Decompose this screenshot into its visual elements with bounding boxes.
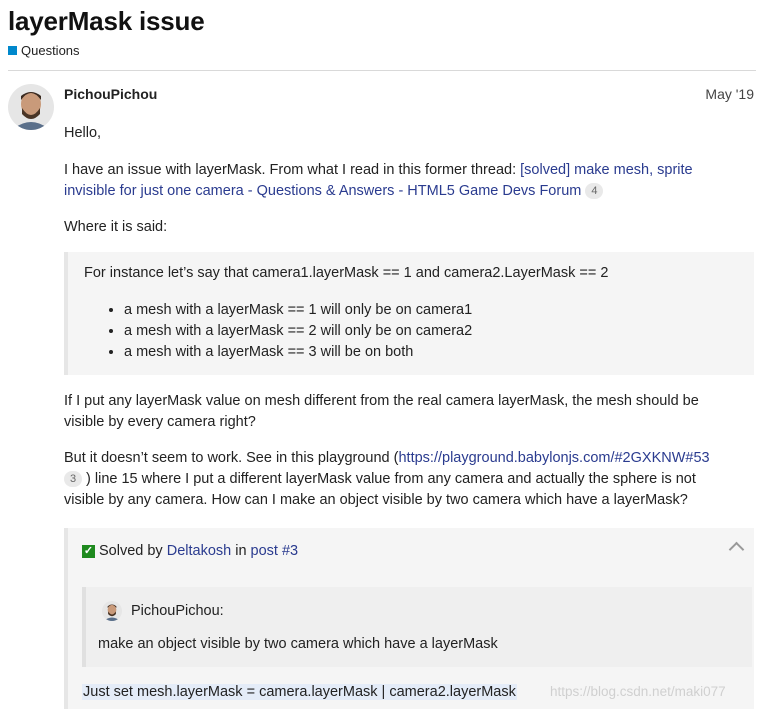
solution-header: ✓ Solved by Deltakosh in post #3 — [82, 543, 298, 559]
solution-answer: Just set mesh.layerMask = camera.layerMa… — [82, 684, 517, 700]
list-item: a mesh with a layerMask == 3 will be on … — [124, 342, 472, 363]
solution-box: ✓ Solved by Deltakosh in post #3 PichouP… — [64, 528, 754, 709]
user-avatar-icon — [102, 601, 122, 621]
post-paragraph-2: If I put any layerMask value on mesh dif… — [64, 391, 754, 433]
solution-post-link[interactable]: post #3 — [251, 543, 299, 559]
paragraph-text: But it doesn’t seem to work. See in this… — [64, 450, 399, 466]
solution-quote: PichouPichou: make an object visible by … — [82, 587, 752, 667]
paragraph-line: visible by any camera. How can I make an… — [64, 492, 688, 508]
list-item: a mesh with a layerMask == 1 will only b… — [124, 300, 472, 321]
post-paragraph-3: But it doesn’t seem to work. See in this… — [64, 448, 754, 511]
list-item: a mesh with a layerMask == 2 will only b… — [124, 321, 472, 342]
avatar[interactable] — [8, 84, 54, 130]
category-label[interactable]: Questions — [21, 43, 80, 58]
avatar — [102, 601, 122, 621]
solution-author-link[interactable]: Deltakosh — [167, 543, 231, 559]
post-author[interactable]: PichouPichou — [64, 86, 157, 102]
thread-link-continued[interactable]: invisible for just one camera - Question… — [64, 183, 581, 199]
post-greeting: Hello, — [64, 125, 102, 141]
quote-text: make an object visible by two camera whi… — [98, 636, 498, 652]
topic-title[interactable]: layerMask issue — [8, 6, 205, 37]
divider — [8, 70, 756, 71]
quote-list: a mesh with a layerMask == 1 will only b… — [84, 300, 472, 363]
paragraph-text: I have an issue with layerMask. From wha… — [64, 162, 521, 178]
watermark: https://blog.csdn.net/maki077 — [550, 684, 726, 699]
solved-prefix: Solved by — [99, 543, 167, 559]
quote-intro: For instance let’s say that camera1.laye… — [84, 265, 609, 281]
check-icon: ✓ — [82, 544, 95, 558]
user-avatar-icon — [8, 84, 54, 130]
category-color-square — [8, 46, 17, 55]
link-click-count: 3 — [64, 471, 82, 488]
post-paragraph-1: I have an issue with layerMask. From wha… — [64, 160, 754, 202]
paragraph-line: ) line 15 where I put a different layerM… — [86, 471, 696, 487]
post-where-said: Where it is said: — [64, 219, 168, 235]
solved-in: in — [231, 543, 251, 559]
quote-author[interactable]: PichouPichou: — [131, 603, 224, 619]
chevron-up-icon[interactable] — [728, 541, 745, 558]
category-badge[interactable]: Questions — [8, 43, 80, 58]
link-click-count: 4 — [585, 183, 604, 200]
blockquote: For instance let’s say that camera1.laye… — [64, 252, 754, 375]
thread-link[interactable]: [solved] make mesh, sprite — [520, 162, 692, 178]
paragraph-line: If I put any layerMask value on mesh dif… — [64, 393, 699, 409]
playground-link[interactable]: https://playground.babylonjs.com/#2GXKNW… — [398, 450, 709, 466]
paragraph-line: visible by every camera right? — [64, 414, 256, 430]
post-date[interactable]: May '19 — [705, 86, 754, 102]
